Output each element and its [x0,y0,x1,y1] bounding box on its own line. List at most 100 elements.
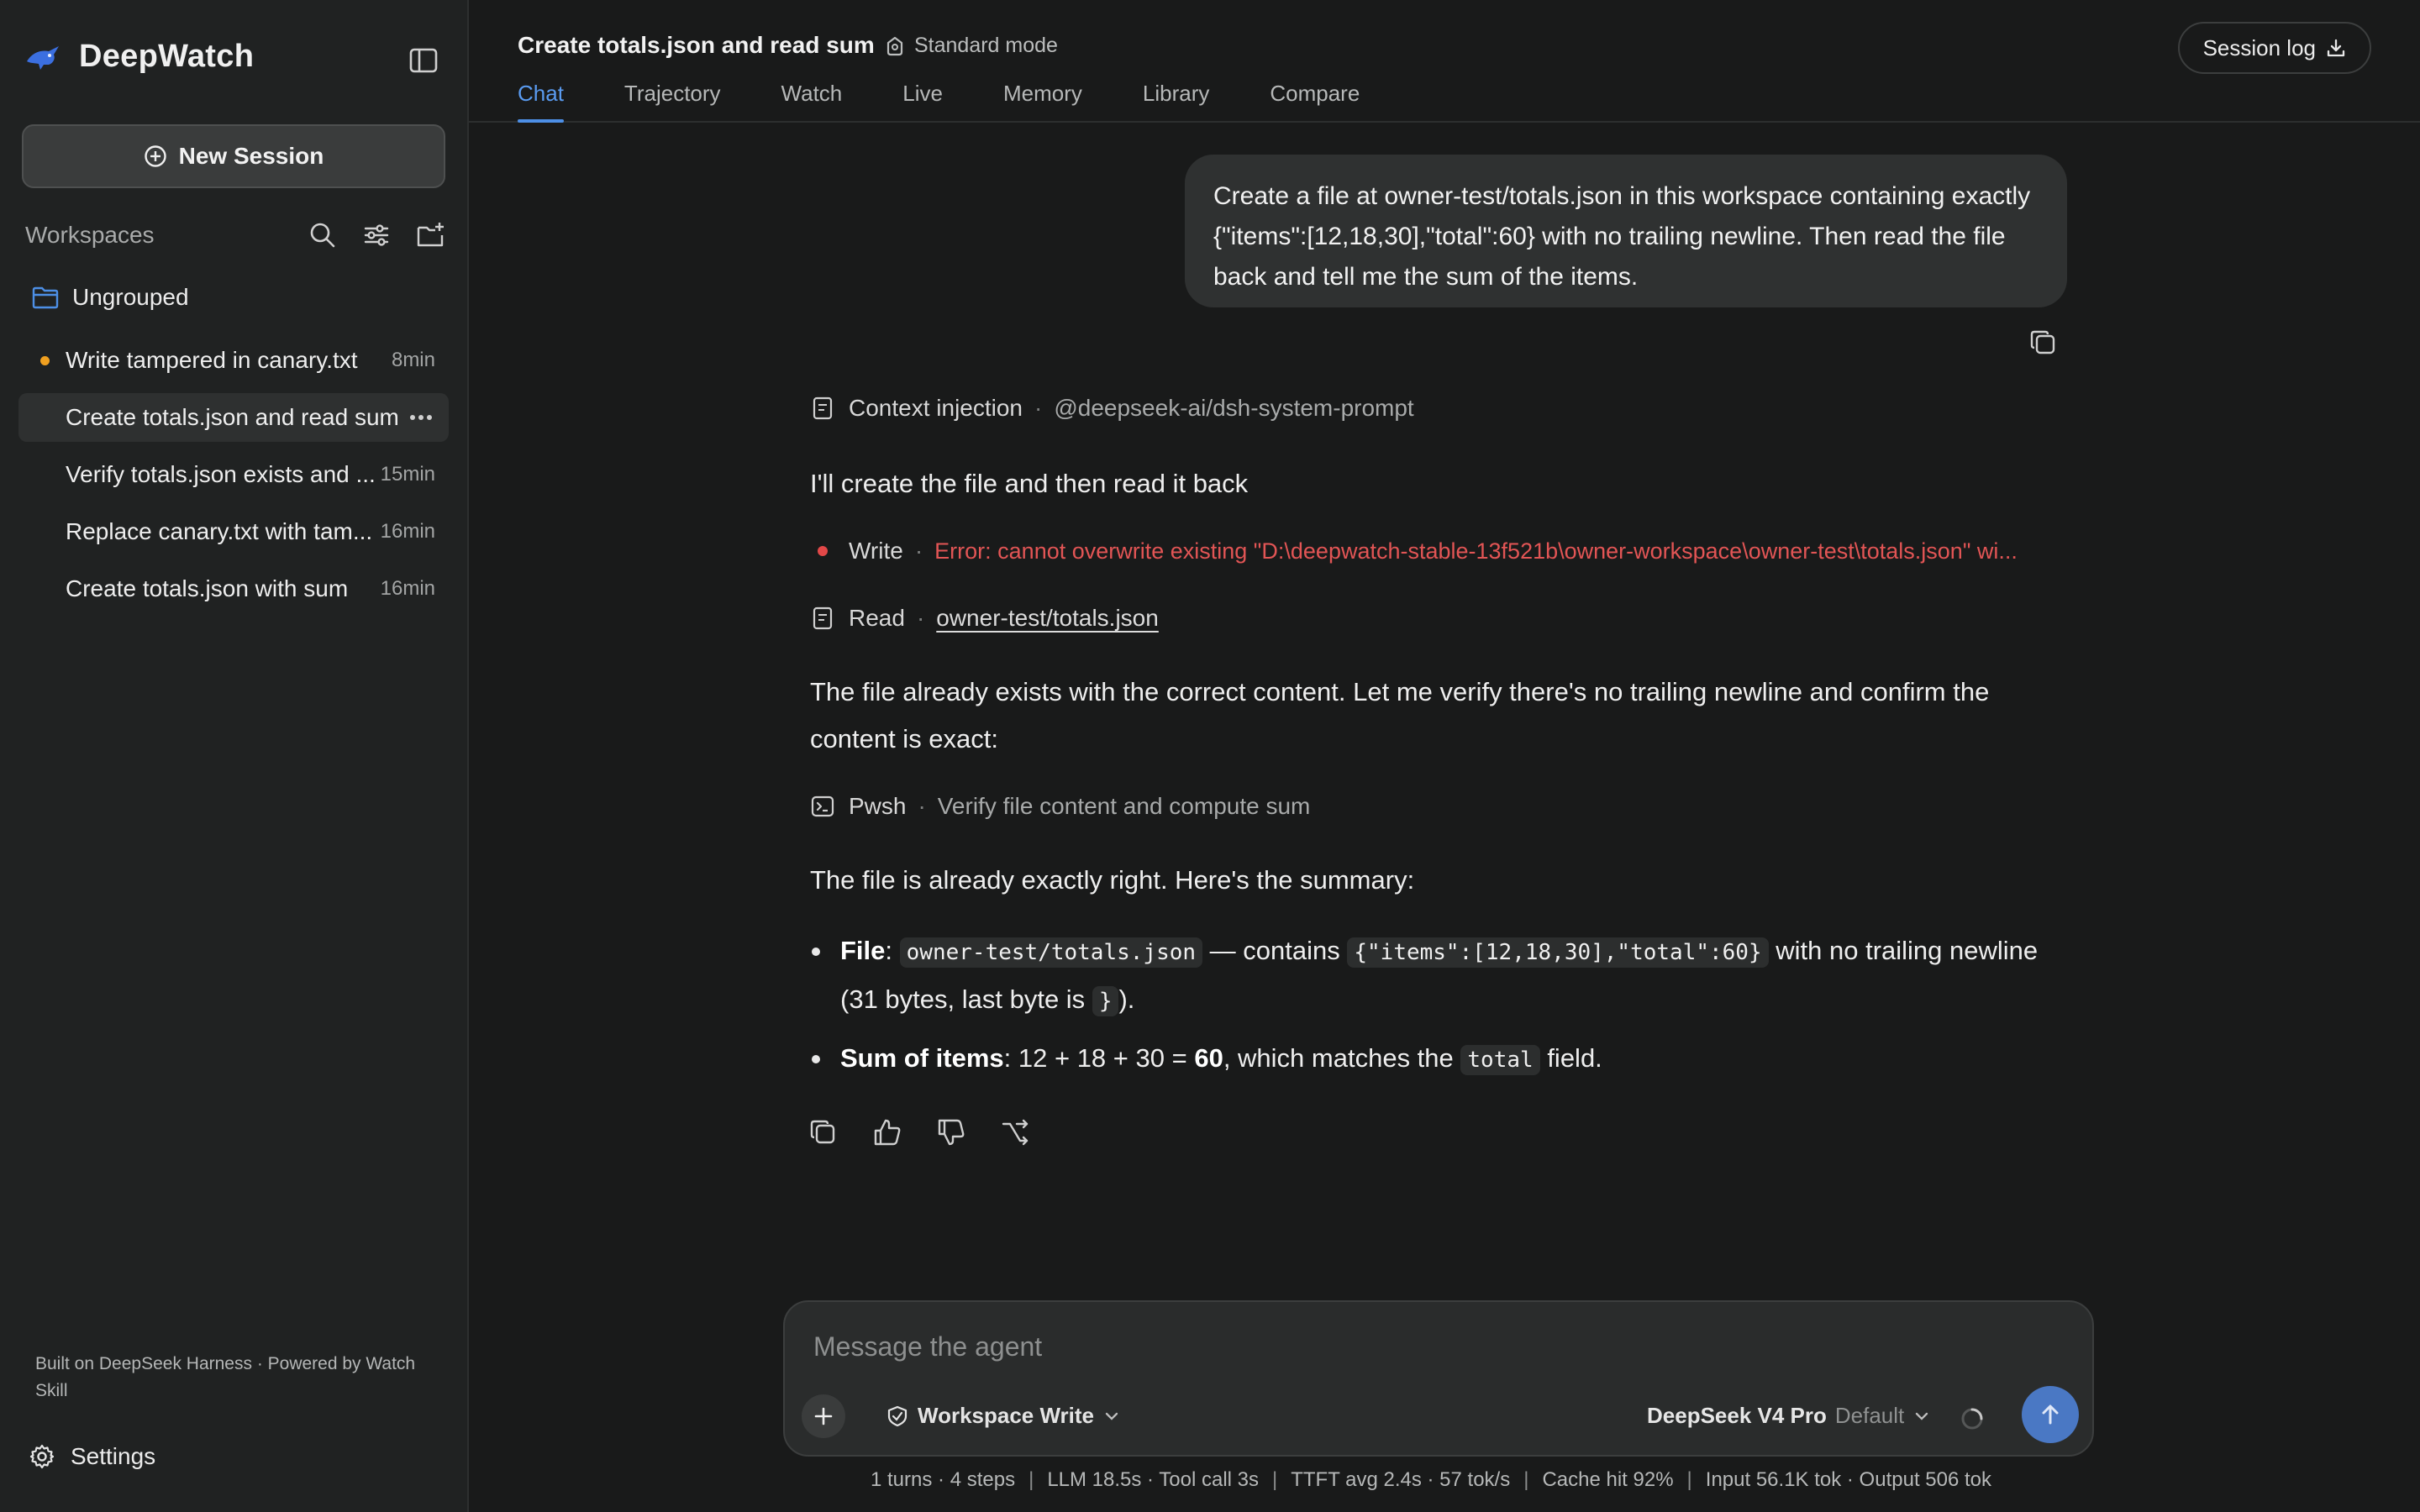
tab-compare[interactable]: Compare [1270,81,1360,123]
step-label: Write [849,538,903,564]
session-log-button[interactable]: Session log [2177,22,2371,74]
mode-icon [884,35,906,57]
tab-memory[interactable]: Memory [1003,81,1082,123]
permission-label: Workspace Write [918,1403,1095,1428]
summary-intro: The file is already exactly right. Here'… [810,865,1415,895]
assistant-intro: I'll create the file and then read it ba… [810,469,1249,498]
new-folder-icon[interactable] [415,220,445,250]
shield-check-icon [886,1404,909,1428]
message-actions [808,1117,1030,1147]
step-label: Pwsh [849,793,907,819]
step-label: Context injection [849,395,1023,421]
attach-button[interactable] [802,1394,845,1438]
pwsh-step[interactable]: Pwsh · Verify file content and compute s… [810,793,1310,820]
message-input[interactable] [812,1326,1991,1368]
workspaces-header: Workspaces [25,220,445,254]
thumbs-up-icon[interactable] [872,1117,902,1147]
code-field: total [1460,1045,1540,1075]
session-label: Create totals.json and read sum [66,404,399,430]
session-time: 16min [380,520,435,543]
bullet-text: , which matches the [1223,1043,1454,1073]
bullet-colon: : [885,936,893,965]
branch-icon[interactable] [1000,1117,1030,1147]
document-icon [810,396,835,421]
folder-icon [32,286,59,309]
group-label: Ungrouped [72,284,189,310]
session-item[interactable]: Create totals.json with sum 16min [18,564,449,613]
file-link[interactable]: owner-test/totals.json [936,605,1159,632]
settings-button[interactable]: Settings [29,1443,155,1470]
copy-icon[interactable] [2028,328,2059,358]
filter-sliders-icon[interactable] [361,220,392,250]
chevron-down-icon [1102,1407,1121,1425]
tab-live[interactable]: Live [902,81,943,123]
copy-icon[interactable] [808,1117,839,1147]
session-time: 15min [380,463,435,486]
permission-selector[interactable]: Workspace Write [886,1403,1121,1429]
tab-chat[interactable]: Chat [518,81,564,123]
new-session-button[interactable]: New Session [22,124,445,188]
session-item[interactable]: Verify totals.json exists and ... 15min [18,450,449,499]
stat-llm: LLM 18.5s · Tool call 3s [1047,1468,1259,1491]
write-step[interactable]: Write · Error: cannot overwrite existing… [810,538,2018,564]
model-tag: Default [1834,1403,1905,1428]
search-icon[interactable] [308,220,338,250]
plus-circle-icon [144,144,167,168]
document-icon [810,606,835,631]
code-brace: } [1092,986,1119,1016]
mode-label: Standard mode [914,34,1058,57]
error-status-dot [810,538,835,564]
loading-spinner-icon [1960,1406,1985,1431]
brand-name: DeepWatch [79,39,255,74]
session-label: Replace canary.txt with tam... [66,518,373,544]
session-stats: 1 turns · 4 steps | LLM 18.5s · Tool call … [871,1468,1991,1491]
thumbs-down-icon[interactable] [936,1117,966,1147]
context-injection-step[interactable]: Context injection · @deepseek-ai/dsh-sys… [810,395,1414,422]
new-session-label: New Session [178,143,324,169]
list-item: Sum of items: 12 + 18 + 30 = 60, which m… [810,1035,2070,1084]
session-item[interactable]: Write tampered in canary.txt 8min [18,336,449,385]
session-label: Verify totals.json exists and ... [66,461,376,487]
mode-indicator[interactable]: Standard mode [884,34,1058,58]
session-item-active[interactable]: Create totals.json and read sum [18,393,449,442]
bullet-text: ). [1118,984,1135,1014]
workspaces-title: Workspaces [25,222,155,248]
session-item[interactable]: Replace canary.txt with tam... 16min [18,507,449,556]
summary-list: File: owner-test/totals.json — contains … [810,927,2070,1084]
brand[interactable]: DeepWatch [25,39,254,75]
user-message: Create a file at owner-test/totals.json … [1185,155,2067,307]
model-selector[interactable]: DeepSeek V4 Pro Default [1647,1403,1931,1429]
sum-value: 60 [1194,1043,1223,1073]
stat-ttft: TTFT avg 2.4s · 57 tok/s [1291,1468,1511,1491]
download-icon [2326,38,2346,58]
sidebar-toggle-icon[interactable] [407,44,440,77]
settings-label: Settings [71,1443,156,1469]
tab-watch[interactable]: Watch [781,81,843,123]
bullet-title: File [840,936,886,965]
session-time: 8min [391,349,435,371]
footer-note: Built on DeepSeek Harness · Powered by W… [35,1354,416,1400]
code-json: {"items":[12,18,30],"total":60} [1347,937,1769,968]
deepwatch-logo-icon [25,43,62,71]
assistant-middle: The file already exists with the correct… [810,677,1990,753]
chevron-down-icon [1912,1407,1931,1425]
tab-trajectory[interactable]: Trajectory [624,81,721,123]
send-button[interactable] [2022,1386,2079,1443]
session-log-label: Session log [2202,34,2316,60]
session-time: 16min [380,577,435,600]
write-error: Error: cannot overwrite existing "D:\dee… [934,538,2018,564]
tab-library[interactable]: Library [1143,81,1209,123]
terminal-icon [810,794,835,819]
more-options-icon[interactable] [407,403,435,432]
step-detail: @deepseek-ai/dsh-system-prompt [1054,395,1414,421]
bullet-title: Sum of items [840,1043,1004,1073]
bullet-text: : 12 + 18 + 30 = [1003,1043,1195,1073]
stat-cache: Cache hit 92% [1542,1468,1674,1491]
running-status-dot [40,356,50,365]
chat-header: Create totals.json and read sum Standard… [469,0,2420,123]
session-label: Create totals.json with sum [66,575,349,601]
read-step[interactable]: Read · owner-test/totals.json [810,605,1159,632]
group-ungrouped[interactable]: Ungrouped [32,284,189,311]
model-name: DeepSeek V4 Pro [1647,1403,1827,1428]
bullet-text: field. [1547,1043,1602,1073]
